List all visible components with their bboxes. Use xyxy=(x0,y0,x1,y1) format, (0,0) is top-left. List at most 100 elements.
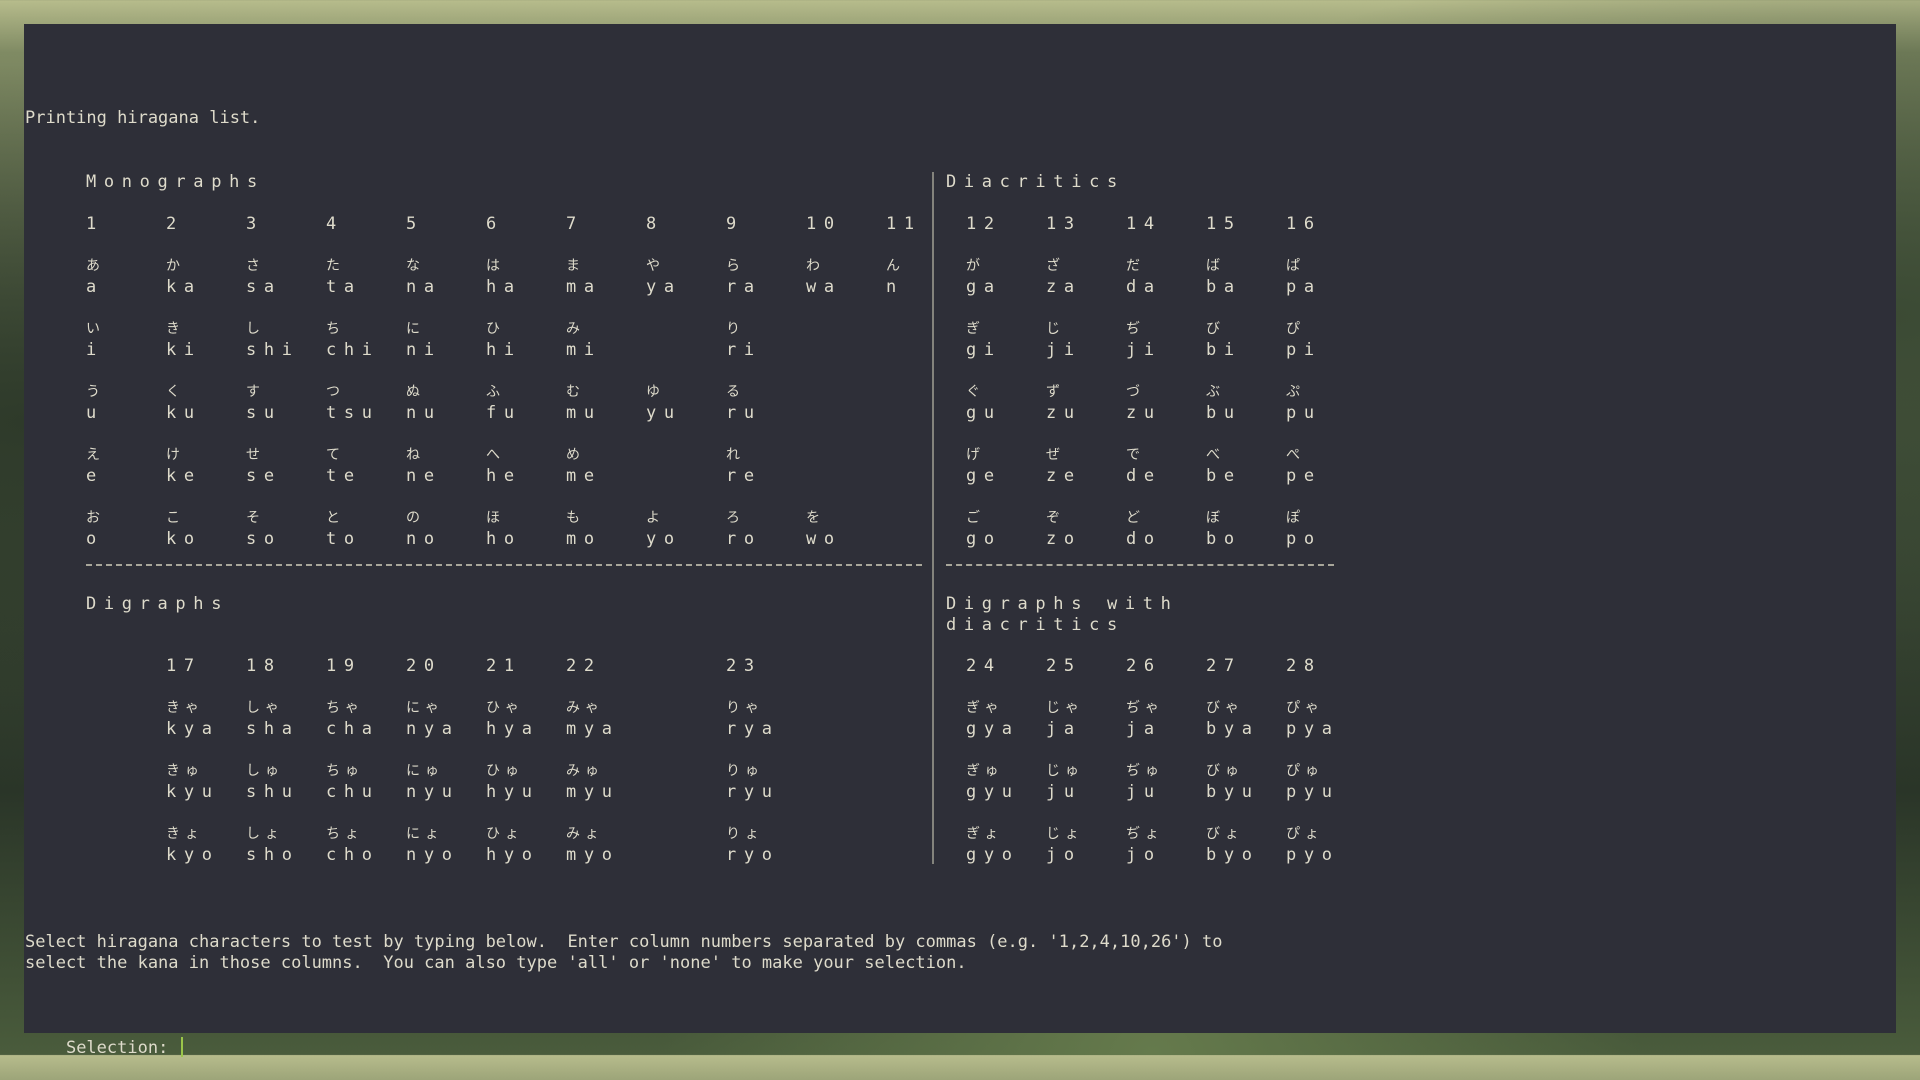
romaji-label: rya xyxy=(726,719,780,739)
kana-char: ちゅ xyxy=(326,763,364,779)
kana-char: の xyxy=(406,510,425,526)
kana-char: みゃ xyxy=(566,700,604,716)
romaji-label: do xyxy=(1126,529,1162,549)
romaji-label: u xyxy=(86,403,104,423)
kana-char: きゅ xyxy=(166,763,204,779)
intro-text: Printing hiragana list. xyxy=(25,108,261,128)
column-number: 6 xyxy=(486,214,504,234)
terminal-window[interactable]: Printing hiragana list. Monographs Diacr… xyxy=(24,24,1896,1058)
romaji-label: ge xyxy=(966,466,1002,486)
romaji-label: hya xyxy=(486,719,540,739)
section-title-digraphs-diacritics: Digraphs with xyxy=(946,594,1179,614)
romaji-label: kya xyxy=(166,719,220,739)
romaji-label: ya xyxy=(646,277,682,297)
romaji-label: no xyxy=(406,529,442,549)
column-number: 22 xyxy=(566,656,602,676)
kana-char: う xyxy=(86,384,105,400)
romaji-label: shi xyxy=(246,340,300,360)
prompt-label: Selection: xyxy=(65,1038,169,1058)
column-number: 18 xyxy=(246,656,282,676)
kana-char: ぜ xyxy=(1046,447,1065,463)
romaji-label: pyo xyxy=(1286,845,1340,865)
column-number: 8 xyxy=(646,214,664,234)
romaji-label: gyu xyxy=(966,782,1020,802)
romaji-label: pa xyxy=(1286,277,1322,297)
kana-char: みゅ xyxy=(566,763,604,779)
column-number: 17 xyxy=(166,656,202,676)
kana-char: みょ xyxy=(566,826,604,842)
kana-char: ざ xyxy=(1046,258,1065,274)
kana-char: け xyxy=(166,447,185,463)
kana-char: ぢょ xyxy=(1126,826,1164,842)
romaji-label: ka xyxy=(166,277,202,297)
kana-char: く xyxy=(166,384,185,400)
kana-char: む xyxy=(566,384,585,400)
kana-char: ご xyxy=(966,510,985,526)
kana-char: ぴゃ xyxy=(1286,700,1324,716)
romaji-label: e xyxy=(86,466,104,486)
romaji-label: ju xyxy=(1046,782,1082,802)
romaji-label: myu xyxy=(566,782,620,802)
romaji-label: bya xyxy=(1206,719,1260,739)
column-number: 28 xyxy=(1286,656,1322,676)
column-number: 3 xyxy=(246,214,264,234)
kana-char: を xyxy=(806,510,825,526)
kana-char: びゅ xyxy=(1206,763,1244,779)
kana-char: は xyxy=(486,258,505,274)
kana-char: ゆ xyxy=(646,384,665,400)
column-number: 20 xyxy=(406,656,442,676)
romaji-label: nyu xyxy=(406,782,460,802)
kana-char: ぼ xyxy=(1206,510,1225,526)
kana-char: りょ xyxy=(726,826,764,842)
kana-char: きゃ xyxy=(166,700,204,716)
instructions-line-1: Select hiragana characters to test by ty… xyxy=(25,932,1223,952)
romaji-label: a xyxy=(86,277,104,297)
romaji-label: me xyxy=(566,466,602,486)
kana-char: りゅ xyxy=(726,763,764,779)
column-number: 12 xyxy=(966,214,1002,234)
kana-char: ちょ xyxy=(326,826,364,842)
romaji-label: de xyxy=(1126,466,1162,486)
romaji-label: ri xyxy=(726,340,762,360)
column-separator xyxy=(932,172,934,864)
romaji-label: wo xyxy=(806,529,842,549)
kana-char: び xyxy=(1206,321,1225,337)
kana-char: ず xyxy=(1046,384,1065,400)
column-number: 15 xyxy=(1206,214,1242,234)
kana-char: ら xyxy=(726,258,745,274)
section-title-monographs: Monographs xyxy=(86,172,265,192)
text-cursor xyxy=(180,1037,183,1057)
kana-char: りゃ xyxy=(726,700,764,716)
kana-char: ち xyxy=(326,321,345,337)
kana-char: み xyxy=(566,321,585,337)
section-title-diacritics: Diacritics xyxy=(946,172,1125,192)
kana-char: ね xyxy=(406,447,425,463)
romaji-label: mya xyxy=(566,719,620,739)
kana-char: ぎゃ xyxy=(966,700,1004,716)
romaji-label: bi xyxy=(1206,340,1242,360)
selection-prompt[interactable]: Selection: xyxy=(25,1016,183,1080)
romaji-label: gyo xyxy=(966,845,1020,865)
kana-char: ぷ xyxy=(1286,384,1305,400)
romaji-label: te xyxy=(326,466,362,486)
kana-char: ぐ xyxy=(966,384,985,400)
kana-char: や xyxy=(646,258,665,274)
kana-char: わ xyxy=(806,258,825,274)
romaji-label: byo xyxy=(1206,845,1260,865)
kana-char: ひゅ xyxy=(486,763,524,779)
kana-char: ま xyxy=(566,258,585,274)
romaji-label: pyu xyxy=(1286,782,1340,802)
romaji-label: ne xyxy=(406,466,442,486)
kana-char: ぢゃ xyxy=(1126,700,1164,716)
column-number: 10 xyxy=(806,214,842,234)
kana-char: い xyxy=(86,321,105,337)
kana-char: びゃ xyxy=(1206,700,1244,716)
kana-char: ぴ xyxy=(1286,321,1305,337)
romaji-label: pya xyxy=(1286,719,1340,739)
romaji-label: mi xyxy=(566,340,602,360)
kana-char: じゃ xyxy=(1046,700,1084,716)
kana-char: ぺ xyxy=(1286,447,1305,463)
column-number: 27 xyxy=(1206,656,1242,676)
kana-char: で xyxy=(1126,447,1145,463)
kana-char: びょ xyxy=(1206,826,1244,842)
